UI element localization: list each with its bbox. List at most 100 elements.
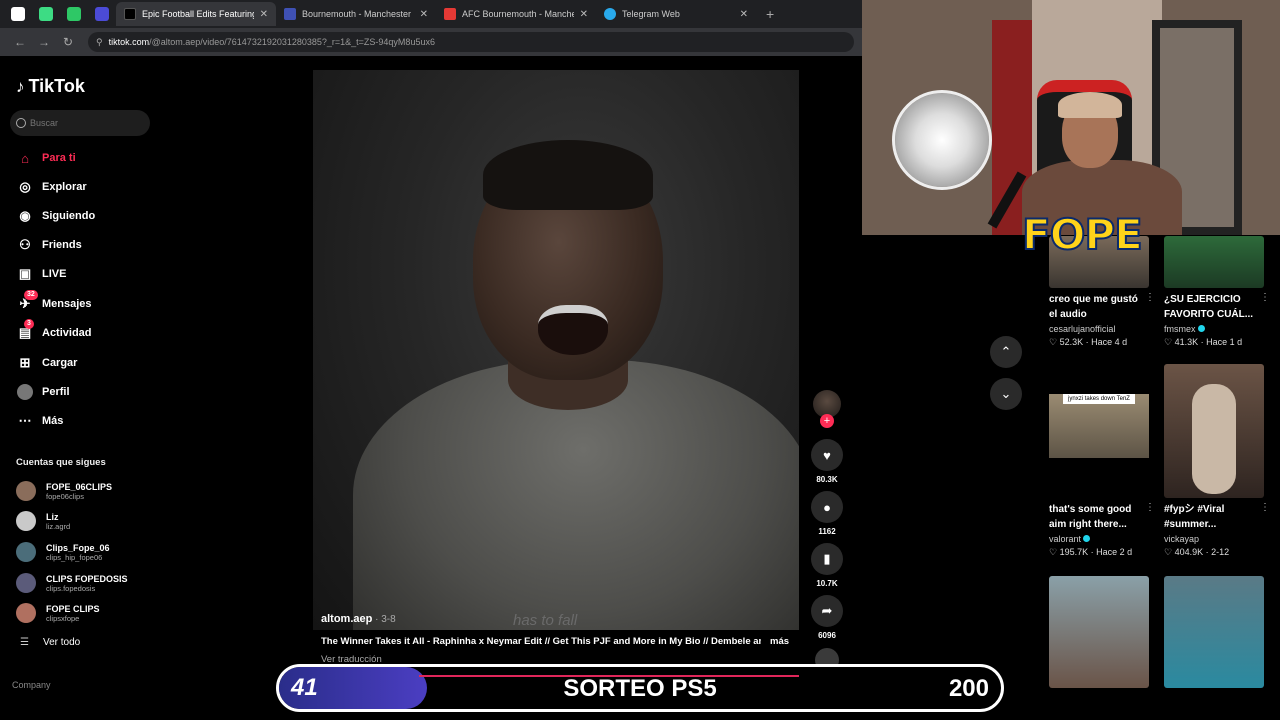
nav-label: Perfil	[42, 386, 70, 398]
back-arrow-icon[interactable]: ←	[8, 35, 32, 49]
kebab-menu-icon[interactable]: ⋮	[1145, 502, 1155, 513]
tab-tiktok[interactable]: Epic Football Edits Featuring Ra ✕	[116, 2, 276, 26]
comment-icon[interactable]: ●	[811, 491, 843, 523]
video-thumbnail[interactable]	[1164, 236, 1264, 288]
following-account[interactable]: Clips_Fope_06 clips_hip_fope06	[16, 542, 110, 562]
account-handle: clips_hip_fope06	[46, 552, 103, 562]
video-meta: altom.aep · 3-8	[321, 613, 396, 625]
nav-siguiendo[interactable]: ◉ Siguiendo	[16, 206, 95, 226]
pinned-tab-1[interactable]	[4, 0, 32, 28]
more-icon: ⋯	[18, 413, 32, 428]
company-link[interactable]: Company	[12, 680, 51, 690]
nav-friends[interactable]: ⚇ Friends	[16, 235, 82, 255]
view-count: 41.3K	[1174, 337, 1199, 347]
card-user-name: fmsmex	[1164, 324, 1196, 334]
card-user[interactable]: vickayap	[1164, 534, 1264, 544]
video-author[interactable]: altom.aep	[321, 613, 372, 625]
feed-card[interactable]: jynxzi takes down TenZ that's some good …	[1049, 364, 1155, 558]
nav-perfil[interactable]: Perfil	[16, 382, 70, 402]
friends-icon: ⚇	[19, 237, 31, 252]
bookmark-icon[interactable]: ▮	[811, 543, 843, 575]
reload-icon[interactable]: ↻	[56, 35, 80, 49]
kebab-menu-icon[interactable]: ⋮	[1145, 292, 1155, 303]
comment-action[interactable]: ● 1162	[810, 491, 844, 536]
kebab-menu-icon[interactable]: ⋮	[1260, 502, 1270, 513]
more-button[interactable]: más	[770, 636, 789, 647]
messages-badge: 32	[24, 290, 38, 300]
post-date: 2-12	[1211, 547, 1230, 557]
card-stats: ♡ 52.3K · Hace 4 d	[1049, 337, 1128, 347]
video-player[interactable]: has to fall	[313, 70, 799, 630]
close-icon[interactable]: ✕	[260, 9, 268, 20]
pinned-tab-4[interactable]	[88, 0, 116, 28]
share-count: 6096	[818, 631, 836, 640]
feed-card[interactable]: #fypシ #Viral #summer... ⋮ vickayap ♡ 404…	[1164, 364, 1270, 558]
card-user[interactable]: fmsmex	[1164, 324, 1264, 334]
forward-arrow-icon[interactable]: →	[32, 35, 56, 49]
feed-card[interactable]	[1164, 576, 1264, 688]
tab-telegram[interactable]: Telegram Web ✕	[596, 2, 756, 26]
close-icon[interactable]: ✕	[740, 9, 748, 20]
tab-bournemouth-2[interactable]: AFC Bournemouth - Manchester ✕	[436, 2, 596, 26]
following-account[interactable]: Liz liz.agrd	[16, 511, 70, 531]
nav-explorar[interactable]: ◎ Explorar	[16, 177, 86, 197]
search-box[interactable]	[10, 110, 150, 136]
chevron-up-icon[interactable]: ⌃	[990, 336, 1022, 368]
list-icon: ☰	[20, 637, 29, 648]
nav-label: Más	[42, 415, 64, 427]
chevron-down-icon[interactable]: ⌄	[990, 378, 1022, 410]
video-thumbnail[interactable]: jynxzi takes down TenZ	[1049, 364, 1149, 498]
heart-icon[interactable]: ♥	[811, 439, 843, 471]
share-icon[interactable]: ➦	[811, 595, 843, 627]
tiktok-logo[interactable]: ♪ TikTok	[16, 76, 85, 97]
nav-para-ti[interactable]: ⌂ Para ti	[16, 148, 76, 168]
telegram-favicon-icon	[604, 8, 616, 20]
video-date: · 3-8	[372, 614, 396, 625]
follow-plus-icon[interactable]: +	[820, 414, 834, 428]
site-info-icon[interactable]: ⚲	[96, 37, 103, 48]
pinned-tab-2[interactable]	[32, 0, 60, 28]
post-date: Hace 4 d	[1091, 337, 1128, 347]
like-action[interactable]: ♥ 80.3K	[810, 439, 844, 484]
giveaway-title: SORTEO PS5	[563, 675, 717, 702]
following-account[interactable]: CLIPS FOPEDOSIS clips.fopedosis	[16, 573, 128, 593]
following-account[interactable]: FOPE_06CLIPS fope06clips	[16, 481, 112, 501]
new-tab-plus-icon[interactable]: +	[766, 6, 774, 22]
card-user[interactable]: valorant	[1049, 534, 1149, 544]
nav-label: Siguiendo	[42, 210, 96, 222]
close-icon[interactable]: ✕	[420, 9, 428, 20]
save-count: 10.7K	[816, 579, 838, 588]
feed-card[interactable]: ¿SU EJERCICIO FAVORITO CUÁL... ⋮ fmsmex …	[1164, 236, 1270, 348]
nav-mas[interactable]: ⋯ Más	[16, 411, 64, 431]
search-icon	[16, 118, 26, 128]
nav-cargar[interactable]: ⊞ Cargar	[16, 353, 78, 373]
pinned-tab-3[interactable]	[60, 0, 88, 28]
save-action[interactable]: ▮ 10.7K	[810, 543, 844, 588]
close-icon[interactable]: ✕	[580, 9, 588, 20]
card-user[interactable]: cesarlujanofficial	[1049, 324, 1149, 334]
kebab-menu-icon[interactable]: ⋮	[1260, 292, 1270, 303]
url-path: /@altom.aep/video/7614732192031280385?_r…	[149, 37, 435, 47]
following-account[interactable]: FOPE CLIPS clipsxfope	[16, 603, 100, 623]
account-handle: clipsxfope	[46, 613, 80, 623]
avatar	[16, 481, 36, 501]
tab-title: AFC Bournemouth - Manchester	[462, 9, 574, 19]
account-handle: fope06clips	[46, 491, 84, 501]
video-thumbnail[interactable]	[1164, 576, 1264, 688]
card-title: ¿SU EJERCICIO FAVORITO CUÁL...	[1164, 294, 1254, 320]
tab-bournemouth-1[interactable]: Bournemouth - Manchester Un ✕	[276, 2, 436, 26]
account-name: Clips_Fope_06	[46, 542, 110, 553]
tab-title: Bournemouth - Manchester Un	[302, 9, 414, 19]
video-thumbnail[interactable]	[1049, 576, 1149, 688]
feed-card[interactable]	[1049, 576, 1149, 688]
nav-live[interactable]: ▣ LIVE	[16, 264, 67, 284]
nav-mensajes[interactable]: ✈ 32 Mensajes	[16, 290, 92, 314]
video-thumbnail[interactable]	[1164, 364, 1264, 498]
share-action[interactable]: ➦ 6096	[810, 595, 844, 640]
verified-badge-icon	[1083, 535, 1091, 542]
url-field[interactable]: ⚲ tiktok.com/@altom.aep/video/7614732192…	[88, 32, 854, 52]
search-input[interactable]	[30, 118, 140, 128]
webcam-person-cap	[1058, 92, 1122, 118]
see-all-link[interactable]: ☰ Ver todo	[20, 637, 80, 648]
nav-actividad[interactable]: ▤ 3 Actividad	[16, 319, 92, 343]
